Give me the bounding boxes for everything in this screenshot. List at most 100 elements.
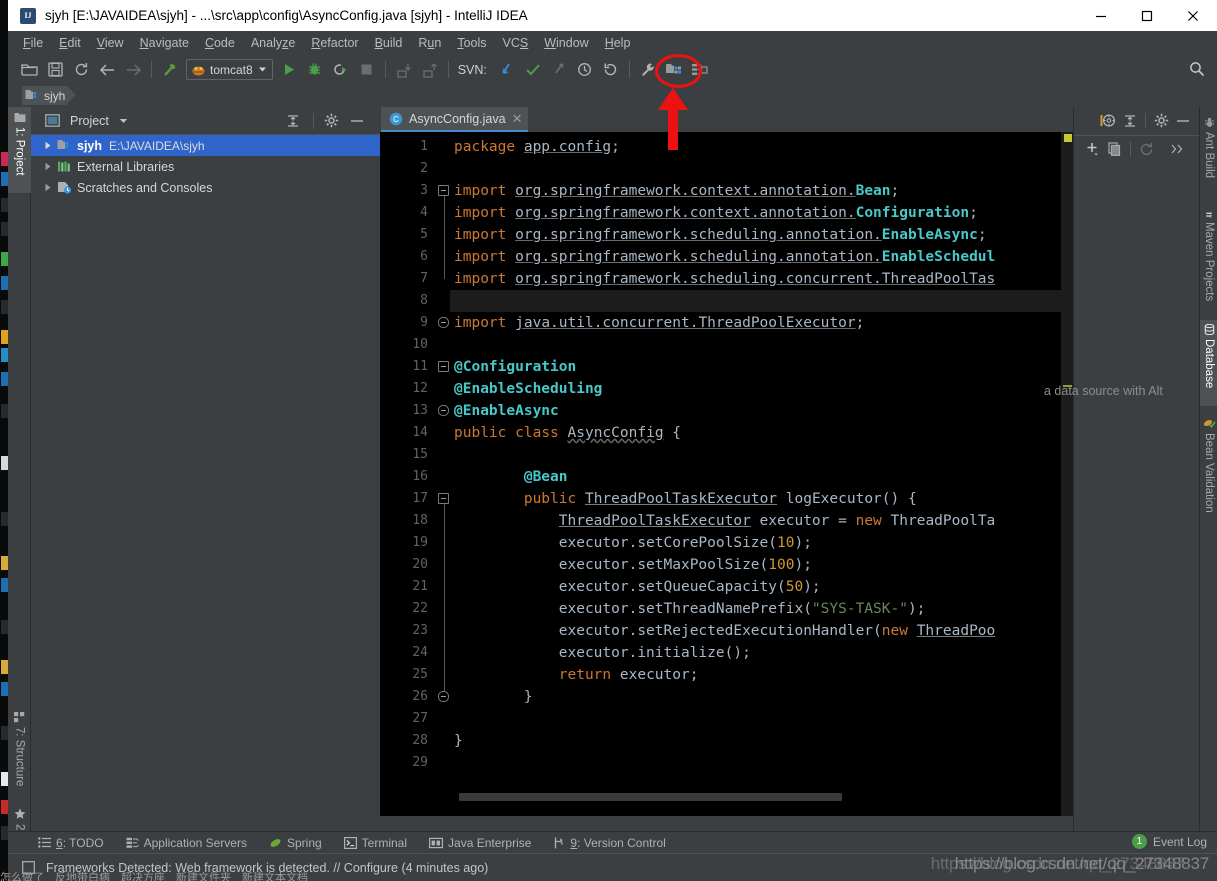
fold-marker[interactable] <box>438 691 449 702</box>
bottom-tab-application-servers[interactable]: Application Servers <box>126 836 247 850</box>
color-scheme-icon[interactable] <box>1097 110 1119 132</box>
bottom-tab-todo[interactable]: 6: TODO <box>38 836 104 850</box>
run-play-icon[interactable] <box>276 58 302 82</box>
code-line[interactable]: import org.springframework.scheduling.an… <box>454 246 995 268</box>
fold-marker[interactable] <box>438 361 449 372</box>
menu-build[interactable]: Build <box>367 33 411 53</box>
run-with-coverage-icon[interactable] <box>328 58 354 82</box>
code-folding-strip[interactable] <box>438 132 450 816</box>
code-line[interactable]: import org.springframework.context.annot… <box>454 202 978 224</box>
code-text[interactable]: package app.config; import org.springfram… <box>450 132 1073 816</box>
bottom-tab-spring[interactable]: Spring <box>269 836 322 850</box>
code-line[interactable]: @Configuration <box>454 356 576 378</box>
code-line[interactable]: executor.setCorePoolSize(10); <box>454 532 812 554</box>
add-plus-icon[interactable] <box>1082 138 1104 160</box>
fold-marker[interactable] <box>438 185 449 196</box>
minimize-button[interactable] <box>1078 0 1124 31</box>
svn-revert-icon[interactable] <box>598 58 624 82</box>
tree-item-sjyh[interactable]: sjyh E:\JAVAIDEA\sjyh <box>31 135 380 156</box>
bottom-tab-java-enterprise[interactable]: Java Enterprise <box>429 836 531 850</box>
tree-item-external-libraries[interactable]: External Libraries <box>31 156 380 177</box>
svn-commit-check-icon[interactable] <box>520 58 546 82</box>
menu-run[interactable]: Run <box>410 33 449 53</box>
expand-triangle-icon[interactable] <box>41 160 55 174</box>
menu-code[interactable]: Code <box>197 33 243 53</box>
fold-marker[interactable] <box>438 405 449 416</box>
menu-tools[interactable]: Tools <box>449 33 494 53</box>
code-line[interactable]: public ThreadPoolTaskExecutor logExecuto… <box>454 488 917 510</box>
close-icon[interactable]: ✕ <box>512 111 523 127</box>
code-line[interactable]: executor.setMaxPoolSize(100); <box>454 554 812 576</box>
sidebar-item-database[interactable]: Database <box>1200 320 1217 406</box>
bottom-tab-version-control[interactable]: 9: Version Control <box>553 836 666 850</box>
menu-refactor[interactable]: Refactor <box>303 33 366 53</box>
code-line[interactable]: return executor; <box>454 664 699 686</box>
copy-icon[interactable] <box>1104 138 1126 160</box>
code-line[interactable]: @Bean <box>454 466 568 488</box>
more-chevrons-icon[interactable] <box>1167 138 1189 160</box>
sidebar-item-structure[interactable]: 7: Structure <box>8 707 31 799</box>
menu-navigate[interactable]: Navigate <box>132 33 197 53</box>
error-stripe-marker-bar[interactable] <box>1061 132 1073 816</box>
code-line[interactable]: import org.springframework.scheduling.co… <box>454 268 995 290</box>
collapse-all-icon[interactable] <box>1119 110 1141 132</box>
sidebar-item-project[interactable]: 1: Project <box>8 107 31 193</box>
menu-file[interactable]: File <box>15 33 51 53</box>
debug-bug-icon[interactable] <box>302 58 328 82</box>
close-button[interactable] <box>1170 0 1216 31</box>
maximize-button[interactable] <box>1124 0 1170 31</box>
code-line[interactable]: @EnableAsync <box>454 400 559 422</box>
open-folder-icon[interactable] <box>16 58 42 82</box>
arrow-back-icon[interactable] <box>94 58 120 82</box>
chevron-down-icon[interactable] <box>113 110 135 132</box>
event-log-button[interactable]: 1 Event Log <box>1131 834 1207 849</box>
code-line[interactable]: import org.springframework.scheduling.an… <box>454 224 987 246</box>
menu-help[interactable]: Help <box>597 33 639 53</box>
gear-icon[interactable] <box>1150 110 1172 132</box>
code-line[interactable]: package app.config; <box>454 136 620 158</box>
todo-list-icon <box>38 837 51 848</box>
menu-analyze[interactable]: Analyze <box>243 33 303 53</box>
menu-edit[interactable]: Edit <box>51 33 89 53</box>
collapse-all-icon[interactable] <box>282 110 304 132</box>
menu-vcs[interactable]: VCS <box>495 33 537 53</box>
horizontal-scrollbar-thumb[interactable] <box>459 793 842 801</box>
code-line[interactable]: executor.setQueueCapacity(50); <box>454 576 821 598</box>
code-editor[interactable]: 1 2 3 4 5 6 7 8 9 10 11 12 13 14 15 16 17 18 19 20 21 22 23 24 2… <box>380 132 1073 816</box>
expand-triangle-icon[interactable] <box>41 181 55 195</box>
hide-panel-icon[interactable] <box>1172 110 1194 132</box>
code-line[interactable]: } <box>454 730 463 752</box>
code-line[interactable]: public class AsyncConfig { <box>454 422 681 444</box>
fold-marker[interactable] <box>438 493 449 504</box>
breadcrumb-item-project[interactable]: sjyh <box>22 86 77 105</box>
sidebar-item-bean-validation[interactable]: Bean Validation <box>1200 414 1217 530</box>
code-line[interactable]: ThreadPoolTaskExecutor executor = new Th… <box>454 510 996 532</box>
search-magnifier-icon[interactable] <box>1187 59 1207 79</box>
fold-marker[interactable] <box>438 317 449 328</box>
sidebar-item-maven-projects[interactable]: m Maven Projects <box>1200 203 1217 311</box>
run-configuration-selector[interactable]: tomcat8 <box>186 59 273 80</box>
expand-triangle-icon[interactable] <box>41 139 55 153</box>
sidebar-item-ant-build[interactable]: Ant Build <box>1200 113 1217 195</box>
code-line[interactable]: executor.setRejectedExecutionHandler(new… <box>454 620 996 642</box>
gear-icon[interactable] <box>320 110 342 132</box>
refresh-sync-icon[interactable] <box>68 58 94 82</box>
hide-panel-icon[interactable] <box>346 110 368 132</box>
svn-history-clock-icon[interactable] <box>572 58 598 82</box>
code-line[interactable]: } <box>454 686 533 708</box>
horizontal-scrollbar[interactable] <box>450 792 1073 801</box>
code-line[interactable]: @EnableScheduling <box>454 378 602 400</box>
menu-window[interactable]: Window <box>536 33 596 53</box>
save-icon[interactable] <box>42 58 68 82</box>
tree-item-scratches-and-consoles[interactable]: Scratches and Consoles <box>31 177 380 198</box>
code-line[interactable]: executor.setThreadNamePrefix("SYS-TASK-"… <box>454 598 926 620</box>
svn-update-icon[interactable] <box>494 58 520 82</box>
code-line[interactable]: import java.util.concurrent.ThreadPoolEx… <box>454 312 864 334</box>
build-hammer-icon[interactable] <box>157 58 183 82</box>
code-line[interactable]: import org.springframework.context.annot… <box>454 180 899 202</box>
editor-tab-asyncconfig[interactable]: C AsyncConfig.java ✕ <box>381 107 529 132</box>
bottom-tab-terminal[interactable]: Terminal <box>343 836 407 850</box>
code-line[interactable]: executor.initialize(); <box>454 642 751 664</box>
warning-marker[interactable] <box>1064 134 1072 142</box>
menu-view[interactable]: View <box>89 33 132 53</box>
